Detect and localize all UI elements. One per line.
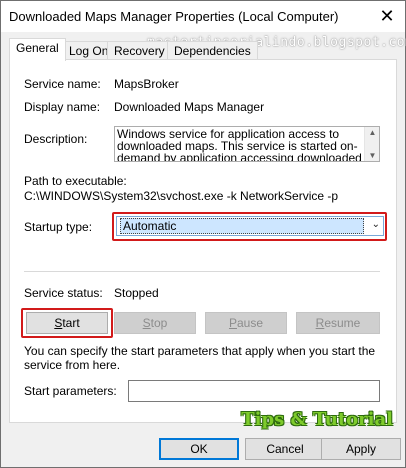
display-name-label: Display name: — [24, 100, 101, 114]
cancel-button[interactable]: Cancel — [245, 438, 325, 460]
startup-type-label: Startup type: — [24, 220, 93, 234]
description-box[interactable]: Windows service for application access t… — [114, 126, 380, 162]
startup-type-value: Automatic — [120, 218, 364, 234]
description-label: Description: — [24, 132, 88, 146]
divider — [24, 271, 380, 272]
start-params-hint: You can specify the start parameters tha… — [24, 344, 376, 372]
tab-recovery[interactable]: Recovery — [107, 41, 172, 60]
description-scrollbar[interactable]: ▲ ▼ — [364, 127, 379, 161]
path-value: C:\WINDOWS\System32\svchost.exe -k Netwo… — [24, 189, 339, 203]
description-text: Windows service for application access t… — [117, 127, 362, 162]
startup-type-select[interactable]: Automatic ⌄ — [116, 216, 384, 236]
properties-dialog: Downloaded Maps Manager Properties (Loca… — [0, 0, 406, 468]
service-name-label: Service name: — [24, 77, 101, 91]
stop-button[interactable]: Stop — [114, 312, 196, 334]
pause-button[interactable]: Pause — [205, 312, 287, 334]
general-panel: Service name: MapsBroker Display name: D… — [9, 59, 397, 423]
resume-button[interactable]: Resume — [296, 312, 380, 334]
service-status-label: Service status: — [24, 286, 103, 300]
ok-button[interactable]: OK — [159, 438, 239, 460]
tab-dependencies[interactable]: Dependencies — [167, 41, 258, 60]
path-label: Path to executable: — [24, 174, 127, 188]
scroll-up-icon[interactable]: ▲ — [368, 128, 377, 137]
chevron-down-icon: ⌄ — [371, 219, 380, 230]
tab-general[interactable]: General — [9, 38, 66, 61]
brand-logo: Tips & Tutorial — [241, 409, 393, 430]
close-icon[interactable]: ✕ — [375, 5, 399, 27]
start-params-input[interactable] — [128, 380, 380, 402]
scroll-down-icon[interactable]: ▼ — [368, 151, 377, 160]
start-button[interactable]: Start — [26, 312, 108, 334]
service-status-value: Stopped — [114, 286, 159, 300]
start-params-label: Start parameters: — [24, 384, 117, 398]
title-bar: Downloaded Maps Manager Properties (Loca… — [1, 1, 405, 32]
apply-button[interactable]: Apply — [321, 438, 401, 460]
display-name-value: Downloaded Maps Manager — [114, 100, 265, 114]
service-name-value: MapsBroker — [114, 77, 179, 91]
window-title: Downloaded Maps Manager Properties (Loca… — [9, 9, 339, 24]
